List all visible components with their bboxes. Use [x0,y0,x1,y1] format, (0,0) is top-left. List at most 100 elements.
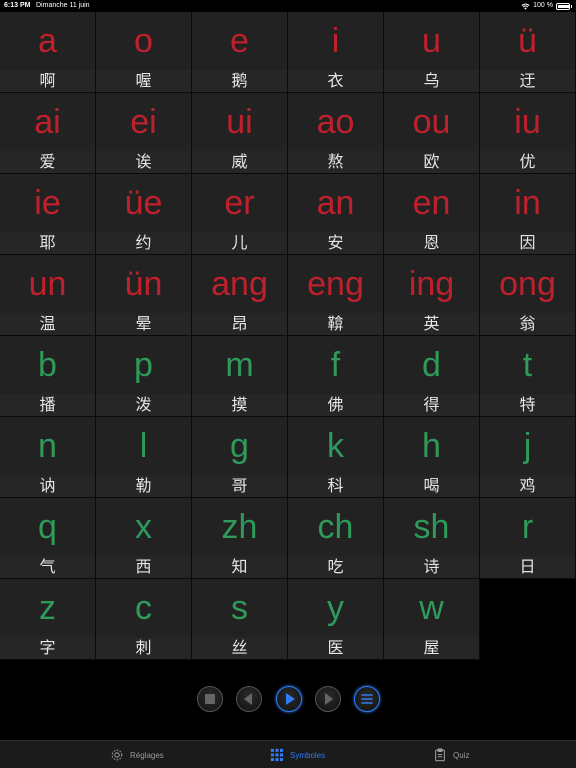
example-character: 英 [384,313,479,335]
tab-label: Réglages [130,750,164,760]
next-button[interactable] [315,686,341,712]
symbol-cell-2-0[interactable]: ie 耶 [0,174,96,255]
status-time: 6:13 PM [4,2,31,9]
example-character: 耶 [0,232,95,254]
symbol-cell-3-1[interactable]: ün 晕 [96,255,192,336]
symbol-cell-5-0[interactable]: n讷 [0,417,96,498]
symbol-cell-7-0[interactable]: z字 [0,579,96,660]
pinyin-symbol: z [39,589,56,627]
symbol-cell-6-5[interactable]: r日 [480,498,576,579]
symbol-cell-4-2[interactable]: m摸 [192,336,288,417]
symbol-cell-0-5[interactable]: ü迂 [480,12,576,93]
pinyin-symbol: un [28,265,67,303]
previous-icon [244,693,252,705]
symbol-cell-6-2[interactable]: zh 知 [192,498,288,579]
pinyin-symbol: l [139,427,148,465]
symbol-cell-3-0[interactable]: un 温 [0,255,96,336]
symbol-cell-0-3[interactable]: i衣 [288,12,384,93]
previous-button[interactable] [236,686,262,712]
symbol-cell-3-5[interactable]: ong 翁 [480,255,576,336]
example-character: 科 [288,475,383,497]
example-character: 医 [288,637,383,659]
pinyin-symbol: ün [124,265,163,303]
pinyin-symbol: x [135,508,152,546]
battery-percent: 100 % [533,2,553,9]
symbol-cell-4-4[interactable]: d得 [384,336,480,417]
battery-fill [558,4,570,8]
symbol-cell-5-1[interactable]: l勒 [96,417,192,498]
pinyin-symbol: e [230,22,249,60]
symbol-cell-1-0[interactable]: ai 爱 [0,93,96,174]
symbol-cell-1-2[interactable]: ui 威 [192,93,288,174]
symbol-cell-2-4[interactable]: en 恩 [384,174,480,255]
pinyin-symbol: d [422,346,441,384]
tab-quiz[interactable]: Quiz [433,741,469,768]
symbol-cell-1-5[interactable]: iu 优 [480,93,576,174]
playback-controls [0,686,576,714]
battery-icon [556,2,572,10]
symbol-cell-0-0[interactable]: a啊 [0,12,96,93]
symbol-cell-6-0[interactable]: q气 [0,498,96,579]
symbol-cell-7-4[interactable]: w屋 [384,579,480,660]
symbol-cell-3-4[interactable]: ing 英 [384,255,480,336]
symbol-cell-1-3[interactable]: ao 熬 [288,93,384,174]
example-character: 字 [0,637,95,659]
example-character: 儿 [192,232,287,254]
symbol-cell-6-3[interactable]: ch 吃 [288,498,384,579]
pinyin-symbol: w [419,589,444,627]
play-button[interactable] [276,686,302,712]
symbol-cell-0-2[interactable]: e鹅 [192,12,288,93]
list-button[interactable] [354,686,380,712]
pinyin-symbol: ing [408,265,455,303]
symbol-cell-5-5[interactable]: j鸡 [480,417,576,498]
symbol-cell-7-2[interactable]: s丝 [192,579,288,660]
tab-reglages[interactable]: Réglages [110,741,164,768]
example-character: 摸 [192,394,287,416]
symbol-cell-4-3[interactable]: f佛 [288,336,384,417]
example-character: 安 [288,232,383,254]
pinyin-symbol: t [522,346,533,384]
symbol-cell-0-4[interactable]: u乌 [384,12,480,93]
example-character: 诗 [384,556,479,578]
symbol-cell-4-5[interactable]: t特 [480,336,576,417]
symbol-cell-2-1[interactable]: üe 约 [96,174,192,255]
pinyin-symbol: en [412,184,451,222]
symbol-cell-2-2[interactable]: er 儿 [192,174,288,255]
pinyin-symbol: y [327,589,344,627]
symbol-cell-6-1[interactable]: x西 [96,498,192,579]
symbol-cell-4-1[interactable]: p泼 [96,336,192,417]
symbol-cell-1-1[interactable]: ei 诶 [96,93,192,174]
symbol-cell-2-3[interactable]: an 安 [288,174,384,255]
stop-button[interactable] [197,686,223,712]
tab-symboles[interactable]: Symboles [270,741,325,768]
example-character: 特 [480,394,575,416]
symbol-cell-5-4[interactable]: h喝 [384,417,480,498]
symbol-cell-6-4[interactable]: sh 诗 [384,498,480,579]
symbol-cell-7-3[interactable]: y医 [288,579,384,660]
pinyin-symbol: h [422,427,441,465]
example-character: 日 [480,556,575,578]
wifi-icon [521,3,530,10]
symbol-cell-2-5[interactable]: in 因 [480,174,576,255]
symbol-cell-5-2[interactable]: g哥 [192,417,288,498]
symbol-cell-0-1[interactable]: o喔 [96,12,192,93]
symbol-cell-5-3[interactable]: k科 [288,417,384,498]
status-date: Dimanche 11 juin [36,2,90,9]
symbol-cell-3-2[interactable]: ang 昂 [192,255,288,336]
example-character: 知 [192,556,287,578]
example-character: 啊 [0,70,95,92]
example-character: 屋 [384,637,479,659]
grid-icon [270,748,284,762]
symbol-cell-4-0[interactable]: b播 [0,336,96,417]
symbol-cell-3-3[interactable]: eng 鞥 [288,255,384,336]
example-character: 刺 [96,637,191,659]
pinyin-symbol: p [134,346,153,384]
pinyin-symbol: in [514,184,541,222]
pinyin-symbol: ai [34,103,61,141]
pinyin-symbol: ie [34,184,61,222]
symbol-cell-7-1[interactable]: c刺 [96,579,192,660]
pinyin-symbol: iu [514,103,541,141]
symbol-cell-1-4[interactable]: ou 欧 [384,93,480,174]
pinyin-symbol: an [316,184,355,222]
pinyin-symbol: eng [307,265,364,303]
